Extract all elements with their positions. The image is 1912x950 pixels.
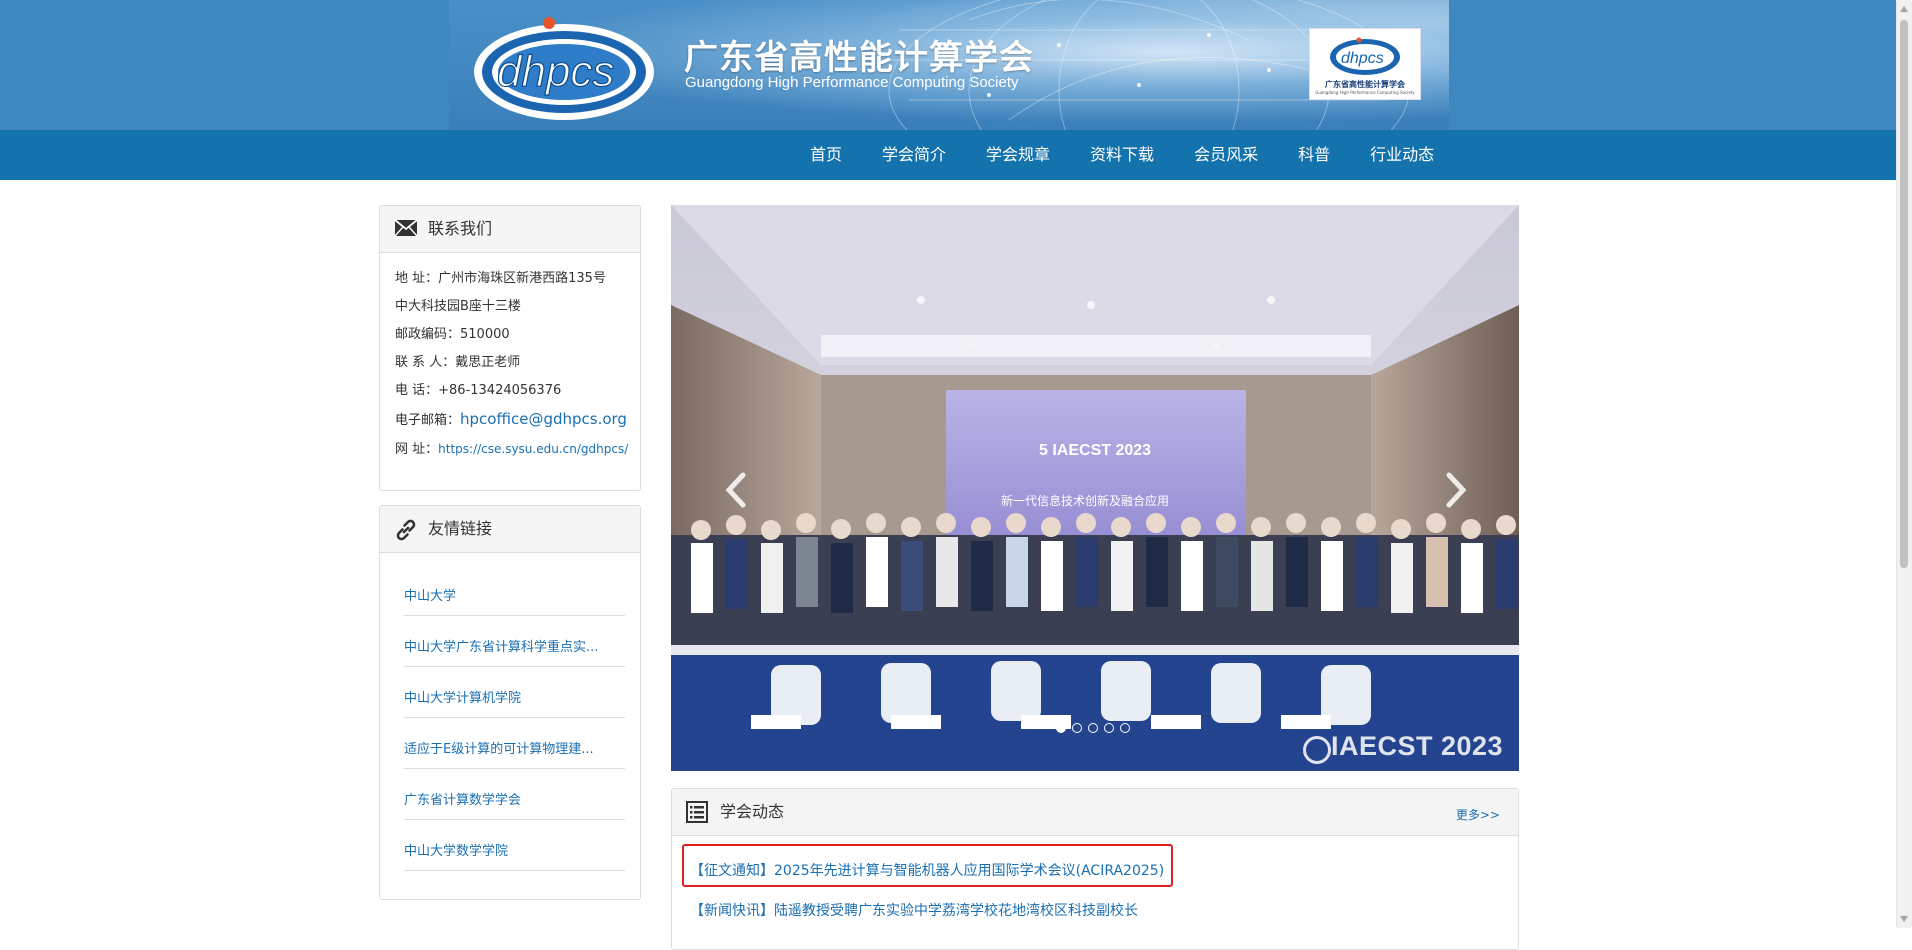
list-icon <box>686 801 708 823</box>
website-link[interactable]: https://cse.sysu.edu.cn/gdhpcs/ <box>438 442 628 456</box>
link-icon <box>396 519 416 541</box>
link-sysu[interactable]: 中山大学 <box>404 585 456 604</box>
envelope-icon <box>394 219 418 237</box>
carousel-prev-arrow[interactable] <box>721 465 751 515</box>
list-item: 中山大学数学学院 <box>404 820 625 871</box>
link-sysu-gd-lab[interactable]: 中山大学广东省计算科学重点实... <box>404 636 598 655</box>
contact-panel-header: 联系我们 <box>380 206 640 253</box>
photo-carousel[interactable]: 5 IAECST 2023 新一代信息技术创新及融合应用 IAECST 2023 <box>671 205 1519 771</box>
site-title-cn: 广东省高性能计算学会 <box>684 38 1034 78</box>
nav-downloads[interactable]: 资料下载 <box>1070 130 1174 180</box>
website-row: 网 址：https://cse.sysu.edu.cn/gdhpcs/ <box>395 435 628 464</box>
news-item[interactable]: 【新闻快讯】陆遥教授受聘广东实验中学荔湾学校花地湾校区科技副校长 <box>690 900 1138 920</box>
address-row-2: 中大科技园B座十三楼 <box>395 299 521 314</box>
carousel-dot[interactable] <box>1072 723 1082 733</box>
contact-person-row: 联 系 人：戴思正老师 <box>395 349 625 377</box>
carousel-dot[interactable] <box>1088 723 1098 733</box>
address-row: 地 址：广州市海珠区新港西路135号 <box>395 265 625 293</box>
site-header: dhpcs 广东省高性能计算学会 Guangdong High Performa… <box>0 0 1897 130</box>
dhpcs-small-logo: dhpcs <box>1330 37 1400 75</box>
chevron-left-icon <box>725 472 746 508</box>
society-badge: dhpcs 广东省高性能计算学会 Guangdong High Performa… <box>1309 28 1421 100</box>
scroll-thumb[interactable] <box>1900 20 1908 568</box>
svg-text:新一代信息技术创新及融合应用: 新一代信息技术创新及融合应用 <box>1001 493 1169 508</box>
link-sysu-cs[interactable]: 中山大学计算机学院 <box>404 687 521 706</box>
nav-home[interactable]: 首页 <box>790 130 862 180</box>
society-news-header: 学会动态 更多>> <box>672 789 1518 836</box>
carousel-next-arrow[interactable] <box>1441 465 1471 515</box>
contact-title: 联系我们 <box>428 219 493 238</box>
scroll-up-arrow-icon[interactable] <box>1900 6 1908 12</box>
list-item: 中山大学计算机学院 <box>404 667 625 718</box>
friend-links-header: 友情链接 <box>380 506 640 553</box>
person-label: 联 系 人： <box>395 355 456 370</box>
link-gd-math-society[interactable]: 广东省计算数学学会 <box>404 789 521 808</box>
news-item[interactable]: 【征文通知】2025年先进计算与智能机器人应用国际学术会议(ACIRA2025) <box>690 860 1164 880</box>
friend-links-panel: 友情链接 中山大学 中山大学广东省计算科学重点实... 中山大学计算机学院 适应… <box>379 505 641 900</box>
postcode-value: 510000 <box>460 327 510 342</box>
society-news-title: 学会动态 <box>720 802 785 821</box>
badge-title-cn: 广东省高性能计算学会 <box>1325 80 1405 89</box>
link-exascale-physics[interactable]: 适应于E级计算的可计算物理建... <box>404 738 594 757</box>
svg-text:dhpcs: dhpcs <box>497 47 614 96</box>
list-item: 广东省计算数学学会 <box>404 769 625 820</box>
photo-watermark: IAECST 2023 <box>1331 731 1504 761</box>
phone-value: +86-13424056376 <box>438 383 562 398</box>
nav-science[interactable]: 科普 <box>1278 130 1350 180</box>
main-nav: 首页 学会简介 学会规章 资料下载 会员风采 科普 行业动态 <box>0 130 1897 180</box>
email-link[interactable]: hpcoffice@gdhpcs.org <box>460 410 627 428</box>
nav-about[interactable]: 学会简介 <box>862 130 966 180</box>
link-sysu-math[interactable]: 中山大学数学学院 <box>404 840 508 859</box>
list-item: 中山大学广东省计算科学重点实... <box>404 616 625 667</box>
society-news-panel: 学会动态 更多>> 【征文通知】2025年先进计算与智能机器人应用国际学术会议(… <box>671 788 1519 950</box>
email-row: 电子邮箱：hpcoffice@gdhpcs.org <box>395 405 627 435</box>
postcode-row: 邮政编码：510000 <box>395 321 625 349</box>
conference-group-photo: 5 IAECST 2023 新一代信息技术创新及融合应用 <box>671 205 1519 771</box>
list-item: 适应于E级计算的可计算物理建... <box>404 718 625 769</box>
svg-text:5 IAECST 2023: 5 IAECST 2023 <box>1039 442 1151 459</box>
person-value: 戴思正老师 <box>455 355 521 370</box>
friend-links-title: 友情链接 <box>428 519 493 538</box>
chevron-right-icon <box>1446 472 1467 508</box>
email-label: 电子邮箱： <box>395 413 461 428</box>
carousel-indicators <box>1056 723 1130 733</box>
website-label: 网 址： <box>395 442 439 457</box>
postcode-label: 邮政编码： <box>395 327 461 342</box>
carousel-dot[interactable] <box>1056 723 1066 733</box>
site-title-en: Guangdong High Performance Computing Soc… <box>685 74 1019 91</box>
page-scrollbar[interactable] <box>1896 0 1912 928</box>
phone-label: 电 话： <box>395 383 439 398</box>
svg-text:dhpcs: dhpcs <box>1341 50 1384 67</box>
carousel-dot[interactable] <box>1104 723 1114 733</box>
nav-members[interactable]: 会员风采 <box>1174 130 1278 180</box>
contact-panel: 联系我们 地 址：广州市海珠区新港西路135号 中大科技园B座十三楼 邮政编码：… <box>379 205 641 491</box>
dhpcs-logo: dhpcs <box>474 17 654 120</box>
nav-regulations[interactable]: 学会规章 <box>966 130 1070 180</box>
badge-title-en: Guangdong High Performance Computing Soc… <box>1315 90 1415 95</box>
nav-industry-news[interactable]: 行业动态 <box>1350 130 1454 180</box>
address-value: 广州市海珠区新港西路135号 <box>438 271 606 286</box>
more-link[interactable]: 更多>> <box>1456 806 1500 823</box>
header-banner: dhpcs 广东省高性能计算学会 Guangdong High Performa… <box>449 0 1449 130</box>
scroll-down-arrow-icon[interactable] <box>1900 916 1908 922</box>
carousel-dot[interactable] <box>1120 723 1130 733</box>
address-label: 地 址： <box>395 271 439 286</box>
list-item: 中山大学 <box>404 565 625 616</box>
phone-row: 电 话：+86-13424056376 <box>395 377 625 405</box>
